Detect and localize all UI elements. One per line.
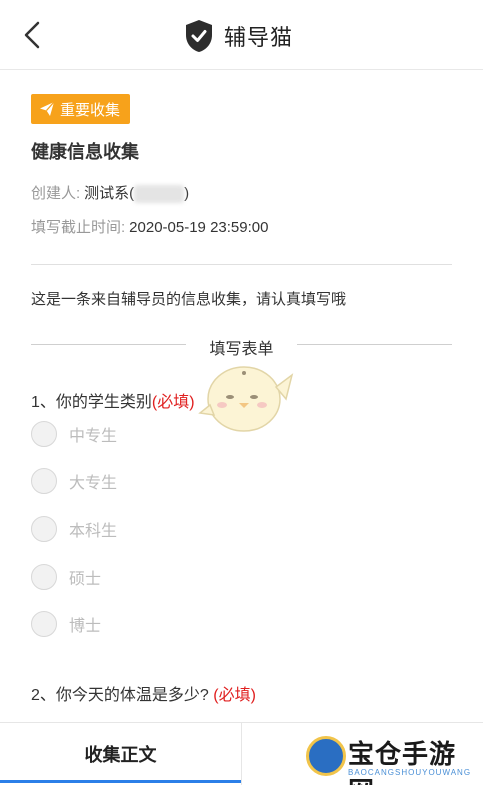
option-benke[interactable]: 本科生 xyxy=(31,516,117,542)
site-watermark: 宝仓手游网 BAOCANGSHOUYOUWANG xyxy=(300,730,480,785)
shield-check-icon xyxy=(186,20,212,52)
deadline-label: 填写截止时间: xyxy=(31,219,126,236)
creator-row: 创建人: 测试系() xyxy=(31,182,190,204)
option-label: 大专生 xyxy=(69,475,118,492)
radio-button[interactable] xyxy=(31,611,57,637)
form-description: 这是一条来自辅导员的信息收集，请认真填写哦 xyxy=(31,291,347,308)
deadline-row: 填写截止时间: 2020-05-19 23:59:00 xyxy=(31,216,268,237)
chevron-left-icon xyxy=(24,21,40,49)
question-1-title: 1、你的学生类别(必填) xyxy=(31,394,195,411)
option-zhongzhuan[interactable]: 中专生 xyxy=(31,421,117,447)
option-label: 本科生 xyxy=(69,523,118,540)
radio-button[interactable] xyxy=(31,421,57,447)
option-label: 博士 xyxy=(69,618,102,635)
redacted-blur xyxy=(134,185,185,204)
badge-label: 重要收集 xyxy=(60,101,121,119)
creator-value: 测试系( xyxy=(84,185,135,202)
required-mark: (必填) xyxy=(151,394,195,411)
paper-plane-icon xyxy=(40,101,55,116)
watermark-subtext: BAOCANGSHOUYOUWANG xyxy=(348,768,472,777)
deadline-value: 2020-05-19 23:59:00 xyxy=(129,219,269,236)
top-bar: 辅导猫 xyxy=(0,0,483,70)
divider xyxy=(31,264,452,265)
radio-button[interactable] xyxy=(31,516,57,542)
option-master[interactable]: 硕士 xyxy=(31,564,101,590)
option-dazhuan[interactable]: 大专生 xyxy=(31,468,117,494)
back-button[interactable] xyxy=(18,20,48,50)
radio-button[interactable] xyxy=(31,468,57,494)
question-2-title: 2、你今天的体温是多少? (必填) xyxy=(31,687,256,704)
option-label: 中专生 xyxy=(69,428,118,445)
mascot-chick-icon xyxy=(198,366,294,432)
watermark-logo-icon xyxy=(306,736,346,776)
tab-collection-content[interactable]: 收集正文 xyxy=(0,723,242,785)
app-title-group: 辅导猫 xyxy=(184,18,293,54)
creator-suffix: ) xyxy=(184,185,190,202)
required-mark: (必填) xyxy=(213,687,256,704)
page-title: 辅导猫 xyxy=(224,25,294,50)
form-title: 健康信息收集 xyxy=(31,142,139,162)
option-label: 硕士 xyxy=(69,571,102,588)
creator-label: 创建人: xyxy=(31,185,81,202)
option-phd[interactable]: 博士 xyxy=(31,611,101,637)
watermark-brand: 宝仓手游网 xyxy=(348,740,457,785)
radio-button[interactable] xyxy=(31,564,57,590)
important-badge: 重要收集 xyxy=(31,94,131,124)
